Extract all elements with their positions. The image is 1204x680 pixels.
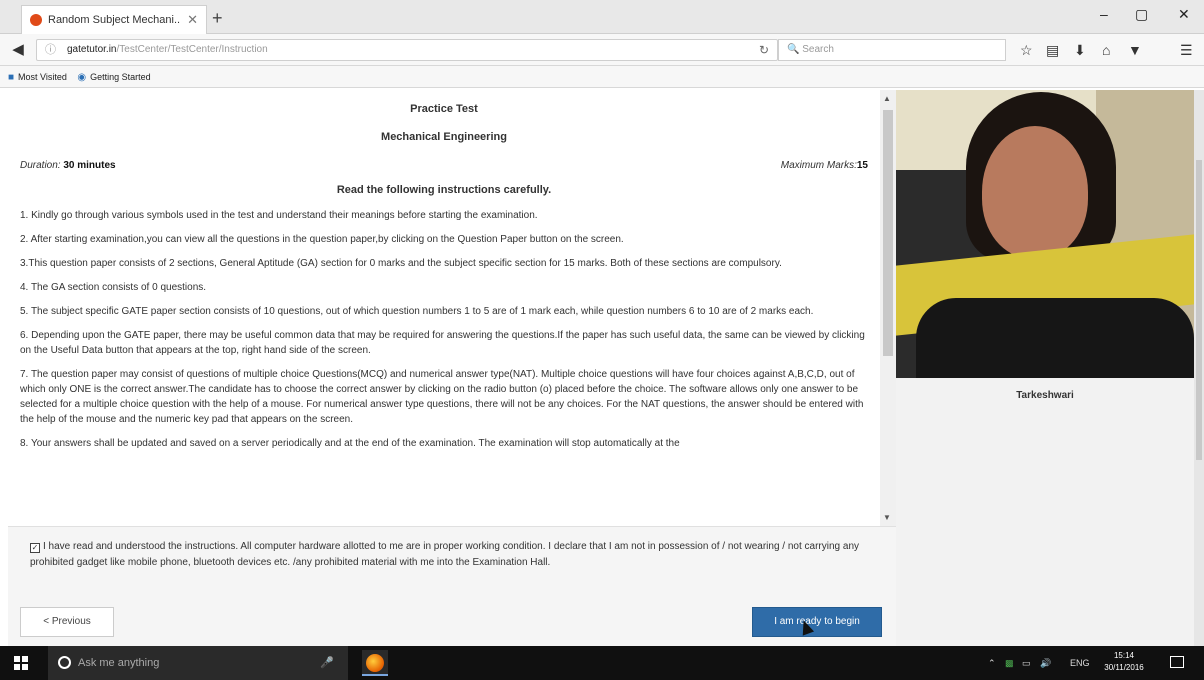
taskbar: Ask me anything 🎤 ⌃ ▩ ▭ 🔊 ENG 15:14 30/1… [0, 646, 1204, 680]
scroll-down-icon[interactable]: ▼ [883, 513, 891, 522]
taskbar-search-input[interactable]: Ask me anything 🎤 [48, 646, 348, 680]
bookmark-most-visited[interactable]: Most Visited [18, 72, 67, 82]
back-arrow-icon[interactable]: ◀ [8, 40, 28, 60]
instructions-panel: Practice Test Mechanical Engineering Dur… [8, 90, 880, 526]
windows-start-icon[interactable] [14, 656, 28, 670]
display-icon[interactable]: ▭ [1022, 646, 1031, 680]
getting-started-icon: ◉ [77, 72, 87, 83]
max-marks-value: 15 [856, 160, 868, 171]
notification-center-icon[interactable] [1170, 656, 1184, 668]
instruction-item: 3.This question paper consists of 2 sect… [20, 258, 782, 269]
scroll-up-icon[interactable]: ▲ [883, 94, 891, 103]
system-clock[interactable]: 15:14 30/11/2016 [1104, 650, 1144, 674]
bookmark-folder-icon: ■ [8, 72, 15, 83]
firefox-taskbar-icon[interactable] [362, 650, 388, 676]
network-status-icon[interactable]: ▩ [1005, 646, 1014, 680]
search-placeholder: Search [802, 44, 834, 55]
reload-icon[interactable]: ↻ [759, 40, 769, 60]
candidate-name: Tarkeshwari [1016, 390, 1074, 401]
cortana-icon [58, 656, 71, 669]
declaration: ✓ I have read and understood the instruct… [30, 539, 860, 570]
instructions-scrollbar[interactable]: ▲ ▼ [880, 90, 896, 526]
search-icon: 🔍 [787, 44, 800, 55]
instructions-page: Practice Test Mechanical Engineering Dur… [8, 90, 896, 646]
minimize-window-button[interactable]: – [1100, 6, 1108, 22]
max-marks: Maximum Marks:15 [781, 158, 868, 173]
instruction-item: 8. Your answers shall be updated and sav… [20, 438, 680, 449]
ready-to-begin-button[interactable]: I am ready to begin [752, 607, 882, 637]
test-meta-row: Duration: 30 minutes Maximum Marks:15 [20, 158, 868, 173]
declaration-panel: ✓ I have read and understood the instruct… [8, 526, 896, 646]
page-scrollbar[interactable] [1194, 90, 1204, 646]
candidate-panel: Tarkeshwari [896, 90, 1204, 646]
duration-label: Duration: [20, 160, 61, 171]
tab-close-icon[interactable]: ✕ [187, 12, 198, 28]
candidate-photo [896, 90, 1194, 378]
max-marks-label: Maximum Marks: [780, 160, 857, 171]
browser-tabstrip: Random Subject Mechani... ✕ + – ▢ ✕ [0, 0, 1204, 34]
duration-value: 30 minutes [63, 160, 116, 171]
url-host: gatetutor.in [67, 44, 117, 55]
bookmark-getting-started[interactable]: Getting Started [90, 72, 151, 82]
site-favicon-icon [30, 14, 42, 26]
instruction-item: 1. Kindly go through various symbols use… [20, 210, 538, 221]
clock-time: 15:14 [1113, 651, 1135, 660]
test-subject: Mechanical Engineering [381, 131, 507, 143]
photo-face [982, 126, 1088, 258]
url-path: /TestCenter/TestCenter/Instruction [116, 44, 268, 55]
language-indicator[interactable]: ENG [1070, 646, 1090, 680]
instruction-item: 5. The subject specific GATE paper secti… [20, 306, 814, 317]
clock-date: 30/11/2016 [1104, 663, 1144, 672]
declaration-text: I have read and understood the instructi… [30, 541, 860, 568]
menu-icon[interactable]: ☰ [1180, 42, 1193, 59]
test-title: Practice Test [410, 103, 478, 115]
page-scroll-thumb[interactable] [1196, 160, 1202, 460]
bookmarks-bar: ■ Most Visited ◉ Getting Started [0, 66, 1204, 88]
instruction-item: 2. After starting examination,you can vi… [20, 234, 624, 245]
tab-title: Random Subject Mechani... [48, 14, 182, 26]
photo-body [916, 298, 1194, 378]
taskbar-search-placeholder: Ask me anything [78, 657, 160, 669]
instruction-item: 6. Depending upon the GATE paper, there … [20, 330, 865, 356]
duration: Duration: 30 minutes [20, 158, 116, 173]
browser-search-input[interactable]: 🔍 Search [778, 39, 1006, 61]
instruction-item: 4. The GA section consists of 0 question… [20, 282, 207, 293]
scroll-thumb[interactable] [883, 110, 893, 356]
info-icon[interactable]: ⓘ [45, 40, 56, 60]
bookmark-star-icon[interactable]: ☆ [1020, 42, 1033, 59]
browser-navbar: ◀ ⓘ gatetutor.in/TestCenter/TestCenter/I… [0, 34, 1204, 66]
browser-tab[interactable]: Random Subject Mechani... ✕ [21, 5, 207, 34]
show-hidden-icons-icon[interactable]: ⌃ [988, 646, 996, 680]
new-tab-button[interactable]: + [212, 8, 223, 29]
microphone-icon[interactable]: 🎤 [320, 646, 334, 680]
declaration-checkbox[interactable]: ✓ [30, 543, 40, 553]
previous-button[interactable]: < Previous [20, 607, 114, 637]
download-icon[interactable]: ⬇ [1074, 42, 1086, 59]
instruction-item: 7. The question paper may consist of que… [20, 369, 864, 425]
url-bar[interactable]: ⓘ gatetutor.in/TestCenter/TestCenter/Ins… [36, 39, 778, 61]
reading-list-icon[interactable]: ▤ [1046, 42, 1059, 59]
volume-icon[interactable]: 🔊 [1040, 646, 1051, 680]
pocket-icon[interactable]: ▼ [1128, 42, 1142, 58]
home-icon[interactable]: ⌂ [1102, 42, 1110, 58]
maximize-window-button[interactable]: ▢ [1135, 6, 1148, 23]
close-window-button[interactable]: ✕ [1178, 6, 1190, 23]
instructions-heading: Read the following instructions carefull… [336, 184, 552, 196]
